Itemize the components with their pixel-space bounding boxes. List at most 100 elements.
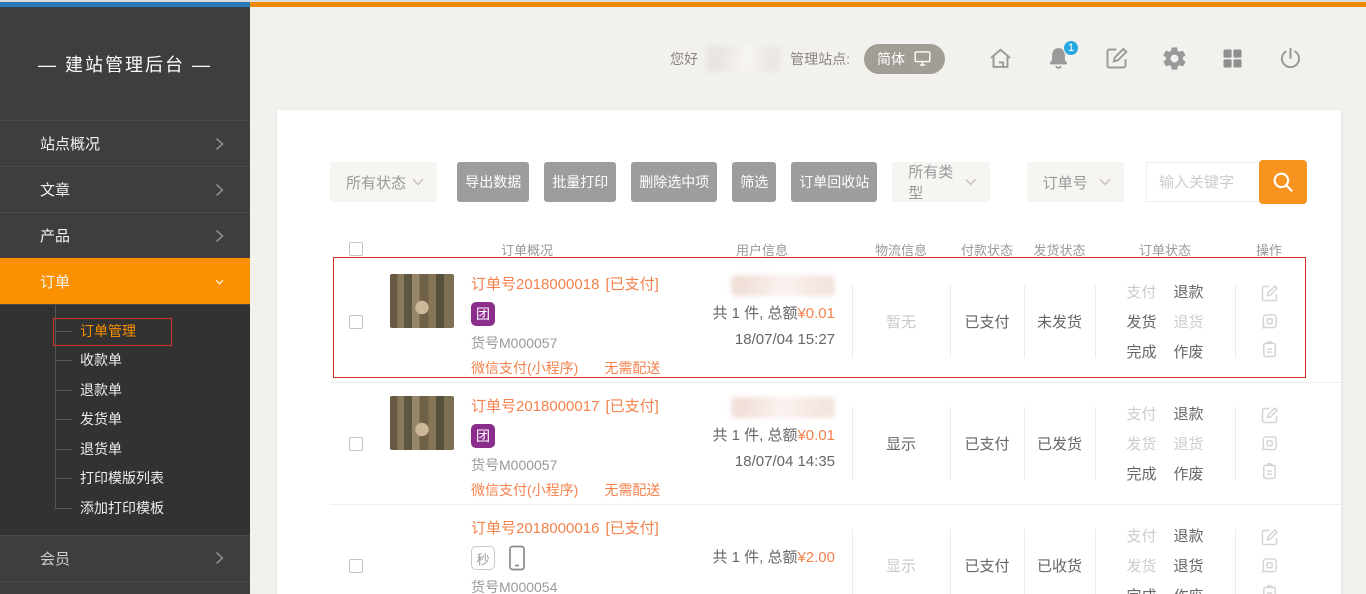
total-label: 共 1 件, 总额: [712, 305, 797, 322]
sidebar-item-orders[interactable]: 订单: [0, 258, 250, 304]
language-toggle[interactable]: 简体: [864, 44, 945, 74]
chevron-right-icon: [215, 137, 224, 151]
submenu-label: 退款单: [80, 380, 122, 400]
orders-toolbar: 所有状态 导出数据 批量打印 删除选中项 筛选 订单回收站 所有类型 订单号: [330, 160, 1307, 204]
submenu-label: 收款单: [80, 350, 122, 370]
action-refund[interactable]: 退款: [1174, 525, 1204, 546]
copy-order-icon[interactable]: [1259, 461, 1280, 482]
action-pay[interactable]: 支付: [1126, 281, 1156, 302]
groupbuy-badge: 团: [471, 302, 495, 326]
print-order-icon[interactable]: [1259, 433, 1280, 454]
orders-panel: 所有状态 导出数据 批量打印 删除选中项 筛选 订单回收站 所有类型 订单号 订…: [277, 110, 1341, 594]
order-row: 订单号2018000017[已支付] 团 货号M000057 微信支付(小程序)…: [330, 383, 1341, 505]
column-header-order-overview: 订单概况: [382, 240, 672, 259]
action-pay[interactable]: 支付: [1126, 403, 1156, 424]
copy-order-icon[interactable]: [1259, 339, 1280, 360]
mobile-phone-icon: [507, 545, 527, 571]
order-recycle-bin-button[interactable]: 订单回收站: [791, 162, 877, 202]
payment-method: 微信支付(小程序): [471, 358, 578, 378]
home-icon[interactable]: [987, 45, 1014, 72]
sidebar-item-label: 订单: [40, 271, 70, 292]
sidebar-item-products[interactable]: 产品: [0, 212, 250, 258]
chevron-down-icon: [215, 275, 224, 289]
action-complete[interactable]: 完成: [1126, 585, 1156, 594]
order-status-actions: 支付 退款 发货 退货 完成 作废: [1126, 403, 1203, 484]
action-return[interactable]: 退货: [1174, 555, 1204, 576]
row-checkbox[interactable]: [349, 315, 363, 329]
redacted-buyer-name: [731, 397, 835, 418]
type-filter-select[interactable]: 所有类型: [892, 162, 989, 202]
copy-order-icon[interactable]: [1259, 583, 1280, 594]
submenu-item-shipping-orders[interactable]: 发货单: [0, 405, 250, 435]
notifications-bell-icon[interactable]: 1: [1045, 45, 1072, 72]
edit-icon[interactable]: [1103, 45, 1130, 72]
action-refund[interactable]: 退款: [1174, 403, 1204, 424]
action-return[interactable]: 退货: [1174, 433, 1204, 454]
sidebar-item-label: 产品: [40, 225, 70, 246]
action-refund[interactable]: 退款: [1174, 281, 1204, 302]
payment-status-value: 已支付: [964, 311, 1009, 332]
product-thumbnail: [390, 396, 454, 450]
export-data-button[interactable]: 导出数据: [457, 162, 529, 202]
payment-status-value: 已支付: [964, 555, 1009, 576]
action-ship[interactable]: 发货: [1126, 433, 1156, 454]
action-ship[interactable]: 发货: [1126, 555, 1156, 576]
submenu-item-order-management[interactable]: 订单管理: [0, 316, 250, 346]
type-filter-value: 所有类型: [908, 161, 965, 203]
sidebar-item-site-overview[interactable]: 站点概况: [0, 120, 250, 166]
action-pay[interactable]: 支付: [1126, 525, 1156, 546]
action-void[interactable]: 作废: [1174, 463, 1204, 484]
order-number[interactable]: 订单号2018000017: [471, 398, 599, 415]
status-filter-select[interactable]: 所有状态: [330, 162, 437, 202]
delete-selected-button[interactable]: 删除选中项: [631, 162, 717, 202]
order-datetime: 18/07/04 15:27: [735, 327, 835, 353]
logistics-value[interactable]: 暂无: [886, 311, 916, 332]
action-ship[interactable]: 发货: [1126, 311, 1156, 332]
sidebar-item-label: 站点概况: [40, 133, 100, 154]
greeting-text: 您好: [670, 49, 698, 69]
select-all-checkbox[interactable]: [349, 242, 363, 256]
column-header-shipping-status: 发货状态: [1024, 240, 1095, 259]
submenu-item-add-print-template[interactable]: 添加打印模板: [0, 493, 250, 523]
total-label: 共 1 件, 总额: [712, 427, 797, 444]
shipping-status-value: 已收货: [1037, 555, 1082, 576]
row-checkbox[interactable]: [349, 559, 363, 573]
submenu-item-print-template-list[interactable]: 打印模版列表: [0, 464, 250, 494]
product-thumbnail: [390, 518, 454, 572]
chevron-right-icon: [215, 183, 224, 197]
power-logout-icon[interactable]: [1277, 45, 1304, 72]
search-input[interactable]: [1146, 162, 1259, 202]
sidebar-item-articles[interactable]: 文章: [0, 166, 250, 212]
shipping-status-value: 已发货: [1037, 433, 1082, 454]
search-field-select[interactable]: 订单号: [1027, 162, 1124, 202]
action-complete[interactable]: 完成: [1126, 463, 1156, 484]
edit-order-icon[interactable]: [1259, 527, 1280, 548]
logistics-value[interactable]: 显示: [886, 555, 916, 576]
logistics-value[interactable]: 显示: [886, 433, 916, 454]
print-order-icon[interactable]: [1259, 311, 1280, 332]
order-number[interactable]: 订单号2018000016: [471, 520, 599, 537]
action-return[interactable]: 退货: [1174, 311, 1204, 332]
action-complete[interactable]: 完成: [1126, 341, 1156, 362]
submenu-item-receipts[interactable]: 收款单: [0, 346, 250, 376]
item-number: 货号M000057: [471, 455, 660, 475]
filter-button[interactable]: 筛选: [732, 162, 776, 202]
action-void[interactable]: 作废: [1174, 341, 1204, 362]
edit-order-icon[interactable]: [1259, 405, 1280, 426]
batch-print-button[interactable]: 批量打印: [544, 162, 616, 202]
submenu-item-refund-orders[interactable]: 退款单: [0, 375, 250, 405]
print-order-icon[interactable]: [1259, 555, 1280, 576]
sidebar-item-members[interactable]: 会员: [0, 535, 250, 581]
edit-order-icon[interactable]: [1259, 283, 1280, 304]
action-void[interactable]: 作废: [1174, 585, 1204, 594]
payment-method: 微信支付(小程序): [471, 480, 578, 500]
order-number[interactable]: 订单号2018000018: [471, 276, 599, 293]
submenu-item-return-orders[interactable]: 退货单: [0, 434, 250, 464]
search-button[interactable]: [1259, 160, 1307, 204]
gear-icon[interactable]: [1161, 45, 1188, 72]
chevron-right-icon: [215, 551, 224, 565]
product-thumbnail: [390, 274, 454, 328]
submenu-label: 退货单: [80, 439, 122, 459]
apps-grid-icon[interactable]: [1219, 45, 1246, 72]
row-checkbox[interactable]: [349, 437, 363, 451]
